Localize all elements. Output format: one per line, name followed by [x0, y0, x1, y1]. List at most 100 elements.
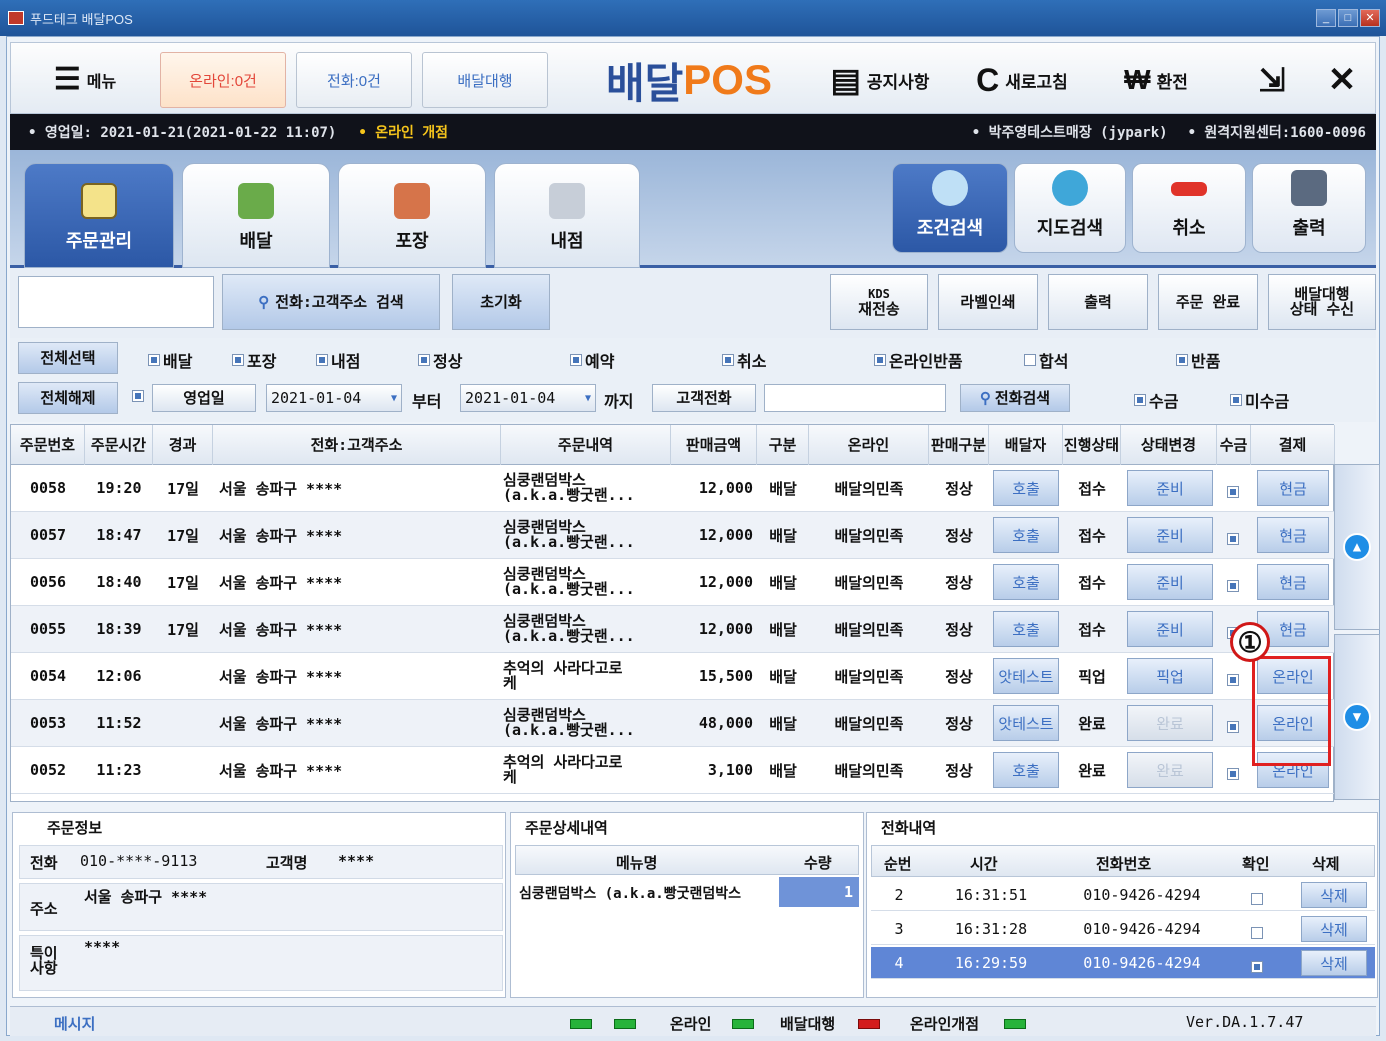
filter-uncollected[interactable]: 미수금: [1230, 388, 1289, 412]
date-from-picker[interactable]: 2021-01-04 ▼: [266, 384, 402, 412]
header-online[interactable]: 온라인: [809, 425, 929, 465]
driver-button[interactable]: 호출: [993, 611, 1059, 647]
header-order-items[interactable]: 주문내역: [501, 425, 671, 465]
tab-takeout[interactable]: 포장: [338, 163, 486, 268]
call-log-row[interactable]: 3 16:31:28 010-9426-4294 삭제: [871, 913, 1375, 945]
collected-checkbox[interactable]: [1227, 720, 1239, 733]
call-confirm-checkbox[interactable]: [1251, 960, 1263, 973]
filter-reservation[interactable]: 예약: [570, 348, 614, 372]
scroll-up-button[interactable]: ▲: [1334, 464, 1380, 630]
collected-checkbox[interactable]: [1227, 673, 1239, 686]
notice-button[interactable]: ▤ 공지사항: [810, 52, 950, 108]
order-complete-button[interactable]: 주문 완료: [1158, 274, 1258, 330]
table-row[interactable]: 0055 18:39 17일 서울 송파구 **** 12,000 배달 배달의민족 정상 접수…: [11, 606, 1335, 653]
payment-button[interactable]: 현금: [1257, 564, 1329, 600]
driver-button[interactable]: 앗테스트: [993, 658, 1059, 694]
driver-button[interactable]: 앗테스트: [993, 705, 1059, 741]
table-row[interactable]: 0057 18:47 17일 서울 송파구 **** 12,000 배달 배달의민족 정상 접수…: [11, 512, 1335, 559]
status-change-button[interactable]: 픽업: [1127, 658, 1213, 694]
header-driver[interactable]: 배달자: [989, 425, 1063, 465]
filter-online-return[interactable]: 온라인반품: [874, 348, 963, 372]
call-log-row[interactable]: 2 16:31:51 010-9426-4294 삭제: [871, 879, 1375, 911]
driver-button[interactable]: 호출: [993, 564, 1059, 600]
table-row[interactable]: 0052 11:23 서울 송파구 **** 3,100 배달 배달의민족 정상 완료 추억의 …: [11, 747, 1335, 794]
delete-call-button[interactable]: 삭제: [1301, 916, 1367, 942]
tab-order-management[interactable]: 주문관리: [24, 163, 174, 268]
phone-search-button[interactable]: ⚲ 전화검색: [960, 384, 1070, 412]
status-change-button[interactable]: 준비: [1127, 517, 1213, 553]
agency-status-button[interactable]: 배달대행 상태 수신: [1268, 274, 1376, 330]
phone-address-search-button[interactable]: ⚲ 전화:고객주소 검색: [222, 274, 440, 330]
status-change-button[interactable]: 준비: [1127, 564, 1213, 600]
reset-button[interactable]: 초기화: [452, 274, 550, 330]
header-address[interactable]: 전화:고객주소: [213, 425, 501, 465]
header-status-change[interactable]: 상태변경: [1121, 425, 1217, 465]
table-row[interactable]: 0054 12:06 서울 송파구 **** 15,500 배달 배달의민족 정상 픽업 추억의…: [11, 653, 1335, 700]
collected-checkbox[interactable]: [1227, 579, 1239, 592]
filter-collected[interactable]: 수금: [1134, 388, 1178, 412]
delivery-agency-button[interactable]: 배달대행: [422, 52, 548, 108]
scroll-down-button[interactable]: ▼: [1334, 634, 1380, 800]
payment-button[interactable]: 현금: [1257, 470, 1329, 506]
collected-checkbox[interactable]: [1227, 485, 1239, 498]
date-to-picker[interactable]: 2021-01-04 ▼: [460, 384, 596, 412]
header-elapsed[interactable]: 경과: [153, 425, 213, 465]
status-change-button[interactable]: 완료: [1127, 752, 1213, 788]
filter-takeout[interactable]: 포장: [232, 348, 276, 372]
minimize-app-icon[interactable]: ⇲: [1246, 52, 1298, 108]
customer-phone-input[interactable]: [764, 384, 946, 412]
menu-button[interactable]: ☰ 메뉴: [22, 52, 148, 108]
select-all-button[interactable]: 전체선택: [18, 342, 118, 374]
refresh-button[interactable]: C 새로고침: [962, 52, 1082, 108]
filter-delivery[interactable]: 배달: [148, 348, 192, 372]
collected-checkbox[interactable]: [1227, 767, 1239, 780]
exchange-button[interactable]: ₩ 환전: [1096, 52, 1216, 108]
date-type-select[interactable]: 영업일: [152, 384, 256, 412]
map-search-button[interactable]: 지도검색: [1014, 163, 1126, 253]
filter-normal[interactable]: 정상: [418, 348, 462, 372]
print-list-button[interactable]: 출력: [1048, 274, 1148, 330]
filter-combined[interactable]: 합석: [1024, 348, 1068, 372]
table-row[interactable]: 0056 18:40 17일 서울 송파구 **** 12,000 배달 배달의민족 정상 접수…: [11, 559, 1335, 606]
header-order-no[interactable]: 주문번호: [11, 425, 85, 465]
header-progress[interactable]: 진행상태: [1063, 425, 1121, 465]
header-sale-type[interactable]: 판매구분: [929, 425, 989, 465]
status-change-button[interactable]: 완료: [1127, 705, 1213, 741]
deselect-all-button[interactable]: 전체해제: [18, 382, 118, 414]
print-button[interactable]: 출력: [1252, 163, 1366, 253]
label-print-button[interactable]: 라벨인쇄: [938, 274, 1038, 330]
payment-button[interactable]: 현금: [1257, 517, 1329, 553]
call-confirm-checkbox[interactable]: [1251, 892, 1263, 905]
condition-search-button[interactable]: 조건검색: [892, 163, 1008, 253]
filter-cancel[interactable]: 취소: [722, 348, 766, 372]
header-order-time[interactable]: 주문시간: [85, 425, 153, 465]
phone-count-button[interactable]: 전화:0건: [296, 52, 412, 108]
driver-button[interactable]: 호출: [993, 752, 1059, 788]
table-row[interactable]: 0058 19:20 17일 서울 송파구 **** 12,000 배달 배달의민족 정상 접수…: [11, 465, 1335, 512]
status-change-button[interactable]: 준비: [1127, 470, 1213, 506]
detail-row[interactable]: 심쿵랜덤박스 (a.k.a.빵굿랜덤박스 1: [515, 877, 859, 907]
delete-call-button[interactable]: 삭제: [1301, 882, 1367, 908]
driver-button[interactable]: 호출: [993, 470, 1059, 506]
tab-delivery[interactable]: 배달: [182, 163, 330, 268]
tab-dine-in[interactable]: 내점: [494, 163, 640, 268]
date-filter-toggle[interactable]: [132, 390, 147, 402]
status-change-button[interactable]: 준비: [1127, 611, 1213, 647]
cancel-order-button[interactable]: 취소: [1132, 163, 1246, 253]
driver-button[interactable]: 호출: [993, 517, 1059, 553]
close-window-button[interactable]: ✕: [1360, 9, 1380, 27]
online-count-button[interactable]: 온라인:0건: [160, 52, 286, 108]
exit-icon[interactable]: ✕: [1316, 52, 1368, 108]
collected-checkbox[interactable]: [1227, 532, 1239, 545]
delete-call-button[interactable]: 삭제: [1301, 950, 1367, 976]
header-type[interactable]: 구분: [757, 425, 809, 465]
search-input[interactable]: [18, 276, 214, 328]
call-confirm-checkbox[interactable]: [1251, 926, 1263, 939]
header-collected[interactable]: 수금: [1217, 425, 1251, 465]
header-amount[interactable]: 판매금액: [671, 425, 757, 465]
kds-resend-button[interactable]: KDS 재전송: [830, 274, 928, 330]
filter-dine-in[interactable]: 내점: [316, 348, 360, 372]
table-row[interactable]: 0053 11:52 서울 송파구 **** 48,000 배달 배달의민족 정상 완료 심쿵랜…: [11, 700, 1335, 747]
filter-return[interactable]: 반품: [1176, 348, 1220, 372]
header-payment[interactable]: 결제: [1251, 425, 1335, 465]
